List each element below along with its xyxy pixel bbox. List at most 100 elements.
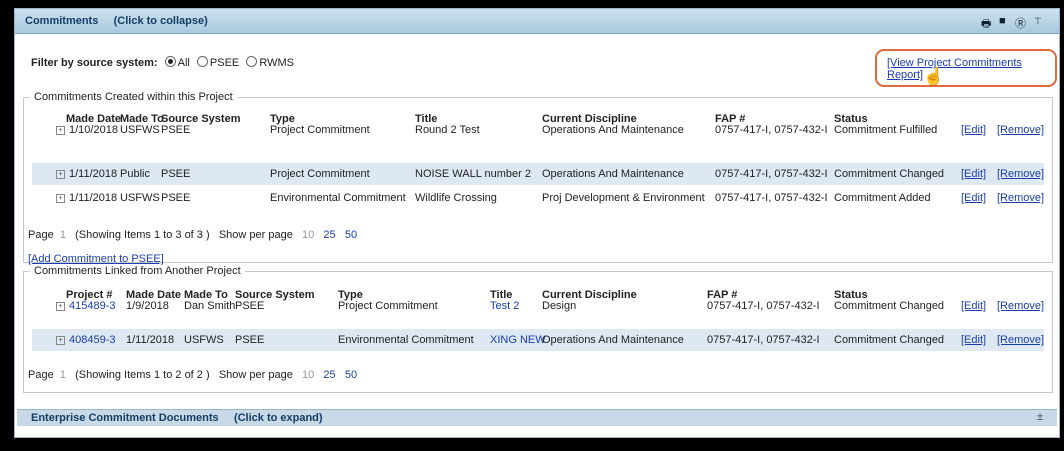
remove-link[interactable]: [Remove] xyxy=(997,168,1044,180)
type-cell: Environmental Commitment xyxy=(270,192,406,204)
fap-cell: 0757-417-I, 0757-432-I xyxy=(707,334,820,346)
page-label: Page xyxy=(28,229,54,241)
documents-panel-header[interactable]: Enterprise Commitment Documents (Click t… xyxy=(17,409,1057,426)
status-cell: Commitment Changed xyxy=(834,168,945,180)
status-cell: Commitment Added xyxy=(834,192,931,204)
made-date-cell: +1/11/2018 xyxy=(56,192,117,204)
per-page-10[interactable]: 10 xyxy=(302,229,314,241)
documents-title[interactable]: Enterprise Commitment Documents (Click t… xyxy=(31,412,323,424)
edit-link[interactable]: [Edit] xyxy=(961,168,986,180)
fap-cell: 0757-417-I, 0757-432-I xyxy=(715,192,828,204)
remove-link[interactable]: [Remove] xyxy=(997,192,1044,204)
made-to-cell: USFWS xyxy=(120,124,160,136)
linked-legend: Commitments Linked from Another Project xyxy=(34,265,241,277)
edit-link[interactable]: [Edit] xyxy=(961,334,986,346)
page-number[interactable]: 1 xyxy=(60,229,66,241)
remove-link[interactable]: [Remove] xyxy=(997,124,1044,136)
status-cell: Commitment Changed xyxy=(834,334,945,346)
source-cell: PSEE xyxy=(161,192,191,204)
hand-cursor-icon: ☝ xyxy=(923,67,945,86)
source-cell: PSEE xyxy=(161,124,191,136)
expand-icon[interactable]: + xyxy=(56,336,65,345)
add-commitment-link[interactable]: [Add Commitment to PSEE] xyxy=(28,253,164,265)
created-commitments-section: Commitments Created within this Project … xyxy=(23,91,1053,265)
printer-icon[interactable]: 🖶 xyxy=(981,15,991,34)
made-date-cell: +1/10/2018 xyxy=(56,124,118,136)
title-cell: Round 2 Test xyxy=(415,124,480,136)
table-row: +1/11/2018 USFWS PSEE Environmental Comm… xyxy=(32,187,1044,209)
title-link[interactable]: Test 2 xyxy=(490,300,519,312)
expand-icon[interactable]: + xyxy=(56,302,65,311)
edit-link[interactable]: [Edit] xyxy=(961,124,986,136)
per-page-25[interactable]: 25 xyxy=(323,229,335,241)
expand-icon[interactable]: ± xyxy=(1037,411,1043,423)
square-icon[interactable]: ■ xyxy=(999,15,1006,27)
discipline-cell: Design xyxy=(542,300,577,312)
showing-text: (Showing Items 1 to 3 of 3 ) xyxy=(75,229,210,241)
title-link[interactable]: XING NEW xyxy=(490,334,546,346)
project-link[interactable]: 408459-3 xyxy=(69,334,116,346)
type-cell: Project Commitment xyxy=(270,124,370,136)
made-date-cell: 1/9/2018 xyxy=(126,300,169,312)
source-cell: PSEE xyxy=(235,300,265,312)
discipline-cell: Operations And Maintenance xyxy=(542,334,684,346)
made-date-cell: 1/11/2018 xyxy=(126,334,175,346)
pin-icon[interactable]: ⊤ xyxy=(1034,16,1042,27)
fap-cell: 0757-417-I, 0757-432-I xyxy=(707,300,820,312)
edit-link[interactable]: [Edit] xyxy=(961,300,986,312)
table-row: +1/10/2018 USFWS PSEE Project Commitment… xyxy=(32,119,1044,141)
per-page-10[interactable]: 10 xyxy=(302,369,314,381)
created-legend: Commitments Created within this Project xyxy=(34,91,233,103)
expand-icon[interactable]: + xyxy=(56,170,65,179)
discipline-cell: Operations And Maintenance xyxy=(542,124,684,136)
per-page-50[interactable]: 50 xyxy=(345,229,357,241)
panel-title[interactable]: Commitments (Click to collapse) xyxy=(25,15,208,27)
type-cell: Project Commitment xyxy=(270,168,370,180)
project-link[interactable]: 415489-3 xyxy=(69,300,116,312)
discipline-cell: Proj Development & Environment xyxy=(542,192,705,204)
source-filter: Filter by source system: All PSEE RWMS xyxy=(31,56,294,69)
status-cell: Commitment Changed xyxy=(834,300,945,312)
filter-label: Filter by source system: xyxy=(31,57,158,69)
remove-link[interactable]: [Remove] xyxy=(997,334,1044,346)
radio-psee-label: PSEE xyxy=(209,57,240,69)
discipline-cell: Operations And Maintenance xyxy=(542,168,684,180)
fap-cell: 0757-417-I, 0757-432-I xyxy=(715,124,828,136)
remove-link[interactable]: [Remove] xyxy=(997,300,1044,312)
made-to-cell: USFWS xyxy=(120,192,160,204)
type-cell: Project Commitment xyxy=(338,300,438,312)
type-cell: Environmental Commitment xyxy=(338,334,474,346)
fap-cell: 0757-417-I, 0757-432-I xyxy=(715,168,828,180)
radio-all[interactable] xyxy=(164,56,176,67)
showing-text: (Showing Items 1 to 2 of 2 ) xyxy=(75,369,210,381)
made-to-cell: Dan Smith xyxy=(184,300,236,312)
pagination: Page 1 (Showing Items 1 to 2 of 2 ) Show… xyxy=(28,369,357,381)
per-page-label: Show per page xyxy=(218,369,293,381)
panel-header[interactable]: Commitments (Click to collapse) 🖶 ■ Ⓡ ⊤ xyxy=(15,9,1059,34)
table-row: +1/11/2018 Public PSEE Project Commitmen… xyxy=(32,163,1044,185)
project-cell: +415489-3 xyxy=(56,300,116,312)
expand-icon[interactable]: + xyxy=(56,194,65,203)
expand-icon[interactable]: + xyxy=(56,126,65,135)
view-report-link[interactable]: [View Project Commitments Report] xyxy=(887,57,1059,81)
page-number[interactable]: 1 xyxy=(60,369,66,381)
title-cell: NOISE WALL number 2 xyxy=(415,168,531,180)
made-to-cell: Public xyxy=(120,168,150,180)
radio-all-label: All xyxy=(177,57,190,69)
source-cell: PSEE xyxy=(161,168,191,180)
title-cell: Wildlife Crossing xyxy=(415,192,497,204)
radio-psee[interactable] xyxy=(196,56,208,67)
radio-rwms[interactable] xyxy=(246,56,258,67)
source-cell: PSEE xyxy=(235,334,265,346)
help-icon[interactable]: Ⓡ xyxy=(1015,15,1026,31)
per-page-25[interactable]: 25 xyxy=(323,369,335,381)
edit-link[interactable]: [Edit] xyxy=(961,192,986,204)
status-cell: Commitment Fulfilled xyxy=(834,124,938,136)
per-page-label: Show per page xyxy=(218,229,293,241)
radio-rwms-label: RWMS xyxy=(259,57,294,69)
commitments-panel: Commitments (Click to collapse) 🖶 ■ Ⓡ ⊤ … xyxy=(14,8,1060,438)
per-page-50[interactable]: 50 xyxy=(345,369,357,381)
pagination: Page 1 (Showing Items 1 to 3 of 3 ) Show… xyxy=(28,229,357,241)
made-date-cell: +1/11/2018 xyxy=(56,168,117,180)
linked-commitments-section: Commitments Linked from Another Project … xyxy=(23,265,1053,393)
